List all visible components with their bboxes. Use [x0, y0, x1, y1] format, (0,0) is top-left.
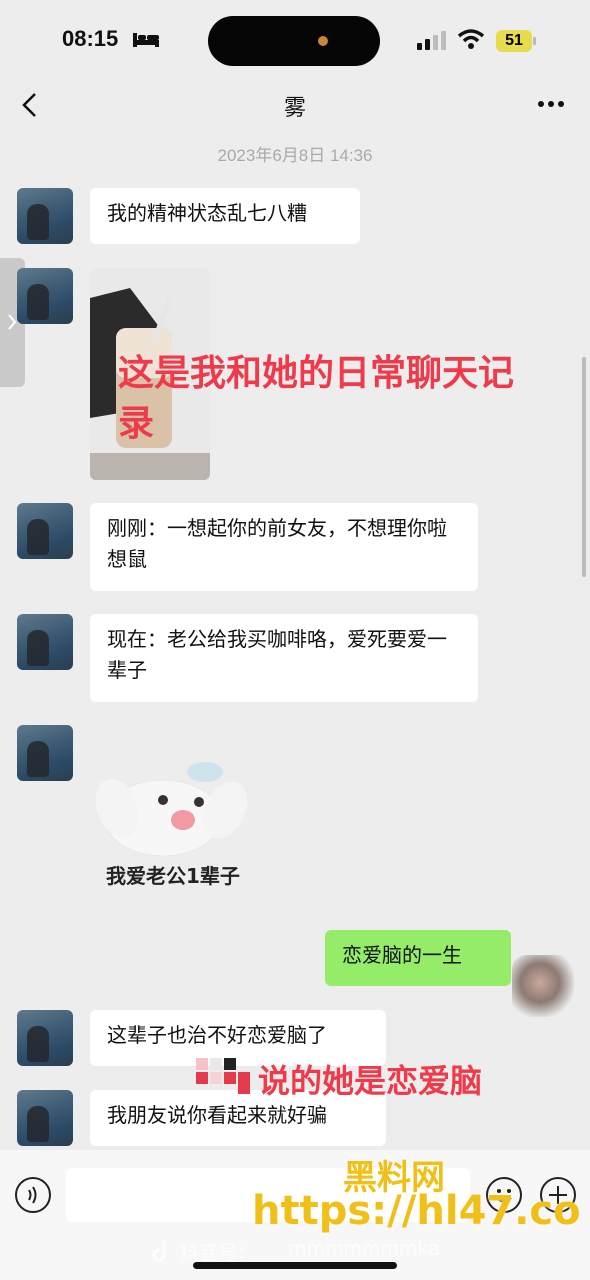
douyin-id: mmmmmmmka [288, 1238, 440, 1260]
contact-avatar[interactable] [17, 1090, 73, 1146]
sticker-caption: 我爱老公1辈子 [106, 864, 240, 888]
contact-avatar[interactable] [17, 503, 73, 559]
overlay-caption-line1: 这是我和她的日常聊天记 [118, 353, 515, 394]
mosaic-block [196, 1058, 252, 1094]
contact-avatar[interactable] [17, 1010, 73, 1066]
message-text: 我朋友说你看起来就好骗 [107, 1103, 327, 1127]
overlay-caption-line2: 录 [118, 403, 155, 444]
dynamic-island [208, 16, 380, 66]
message-text: 现在：老公给我买咖啡咯，爱死要爱一辈子 [107, 627, 447, 682]
message-bubble[interactable]: 现在：老公给我买咖啡咯，爱死要爱一辈子 [90, 614, 478, 702]
contact-avatar[interactable] [17, 614, 73, 670]
signal-icon [417, 30, 449, 54]
self-message-bubble[interactable]: 恋爱脑的一生 [325, 930, 511, 986]
message-text: 我的精神状态乱七八糟 [107, 201, 307, 225]
chat-title: 雾 [283, 96, 306, 121]
status-time: 08:15 [62, 26, 119, 51]
contact-avatar[interactable] [17, 268, 73, 324]
more-icon[interactable] [536, 96, 566, 110]
watermark-url: https://hl47.co [252, 1188, 581, 1234]
sticker-bunny[interactable] [95, 758, 265, 858]
message-bubble[interactable]: 我的精神状态乱七八糟 [90, 188, 360, 244]
message-text: 恋爱脑的一生 [342, 943, 462, 967]
message-text: 这辈子也治不好恋爱脑了 [107, 1023, 327, 1047]
contact-avatar[interactable] [17, 188, 73, 244]
scrollbar[interactable] [582, 357, 586, 577]
wifi-icon [457, 28, 485, 54]
voice-icon[interactable] [15, 1177, 51, 1213]
self-avatar-blurred[interactable] [512, 955, 574, 1017]
battery-level: 51 [496, 30, 532, 52]
overlay-bottom-caption: 说的她是恋爱脑 [258, 1062, 483, 1100]
tiktok-icon [152, 1239, 174, 1263]
message-bubble[interactable]: 刚刚：一想起你的前女友，不想理你啦想鼠 [90, 503, 478, 591]
bed-icon [133, 31, 159, 47]
message-text: 刚刚：一想起你的前女友，不想理你啦想鼠 [107, 516, 447, 571]
camera-indicator [318, 36, 328, 46]
home-indicator[interactable] [193, 1262, 397, 1269]
battery-cap [533, 37, 536, 45]
chat-timestamp: 2023年6月8日 14:36 [217, 146, 373, 165]
douyin-label: 抖音号： [180, 1242, 257, 1264]
contact-avatar[interactable] [17, 725, 73, 781]
